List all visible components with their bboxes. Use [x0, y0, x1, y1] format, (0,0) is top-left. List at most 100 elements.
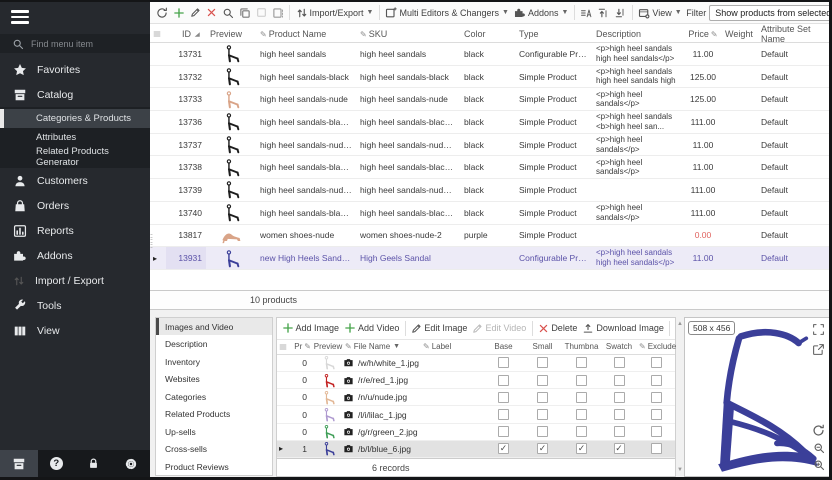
- search-products-button[interactable]: [219, 5, 236, 21]
- table-row[interactable]: 13737 high heel sandals-nude-36high heel…: [150, 134, 829, 157]
- table-row[interactable]: 13740 high heel sandals-black-38high hee…: [150, 202, 829, 225]
- column-header-attribute-set[interactable]: Attribute Set Name: [757, 24, 829, 44]
- checkbox-blank-button[interactable]: [253, 5, 269, 20]
- table-row[interactable]: 13738 high heel sandals-black-37high hee…: [150, 156, 829, 179]
- text-size-button[interactable]: [578, 5, 595, 21]
- column-header-label[interactable]: ✎Label: [421, 342, 484, 351]
- base-checkbox[interactable]: [498, 375, 509, 386]
- thumbnail-checkbox[interactable]: [576, 375, 587, 386]
- image-row[interactable]: ▸1 /b/l/blue_6.jpg✓✓✓✓: [277, 441, 675, 458]
- move-bottom-button[interactable]: [612, 5, 629, 21]
- column-header-file-name[interactable]: ✎File Name▼: [343, 342, 421, 351]
- column-chooser[interactable]: [150, 30, 166, 38]
- swatch-checkbox[interactable]: [614, 409, 625, 420]
- sidebar-item-orders[interactable]: Orders: [0, 193, 150, 218]
- paste-button[interactable]: [269, 5, 286, 21]
- tab-images-and-video[interactable]: Images and Video: [156, 318, 272, 336]
- scrollbar[interactable]: ▲▼: [676, 317, 684, 477]
- column-header-preview[interactable]: Preview: [206, 29, 256, 39]
- image-row[interactable]: 0 /w/h/white_1.jpg: [277, 355, 675, 372]
- move-top-button[interactable]: [595, 5, 612, 21]
- sidebar-item-import-export[interactable]: Import / Export: [0, 268, 150, 293]
- column-header-sku[interactable]: ✎SKU: [356, 29, 460, 39]
- tab-product-reviews[interactable]: Product Reviews: [156, 458, 272, 476]
- thumbnail-checkbox[interactable]: [576, 409, 587, 420]
- delete-image-button[interactable]: Delete: [536, 321, 580, 336]
- sidebar-help-button[interactable]: ?: [38, 450, 76, 477]
- image-row[interactable]: 0 /g/r/green_2.jpg: [277, 424, 675, 441]
- sidebar-item-customers[interactable]: Customers: [0, 168, 150, 193]
- sidebar-item-favorites[interactable]: Favorites: [0, 57, 150, 82]
- sidebar-item-reports[interactable]: Reports: [0, 218, 150, 243]
- column-chooser[interactable]: [277, 343, 287, 351]
- column-header-swatch[interactable]: Swatch: [601, 342, 637, 351]
- copy-button[interactable]: [236, 5, 253, 21]
- column-header-thumbnail[interactable]: Thumbna: [562, 342, 601, 351]
- maximize-icon[interactable]: [812, 323, 825, 336]
- column-header-description[interactable]: Description: [592, 29, 685, 39]
- rotate-icon[interactable]: [812, 424, 825, 437]
- menu-toggle-button[interactable]: [0, 2, 150, 32]
- base-checkbox[interactable]: ✓: [498, 443, 509, 454]
- tab-inventory[interactable]: Inventory: [156, 353, 272, 371]
- thumbnail-checkbox[interactable]: [576, 426, 587, 437]
- table-row[interactable]: 13731 high heel sandalshigh heel sandals…: [150, 43, 829, 66]
- download-image-button[interactable]: Download Image: [580, 320, 667, 336]
- column-header-product-name[interactable]: ✎Product Name: [256, 29, 356, 39]
- column-header-price[interactable]: Price✎: [685, 29, 721, 39]
- thumbnail-checkbox[interactable]: [576, 392, 587, 403]
- edit-image-button[interactable]: Edit Image: [409, 321, 470, 336]
- sidebar-item-catalog[interactable]: Catalog: [0, 82, 150, 107]
- column-header-type[interactable]: Type: [515, 29, 592, 39]
- thumbnail-checkbox[interactable]: [576, 357, 587, 368]
- column-header-base[interactable]: Base: [484, 342, 523, 351]
- exclude-checkbox[interactable]: [651, 443, 662, 454]
- column-header-pr[interactable]: Pr✎: [287, 342, 313, 351]
- edit-video-button[interactable]: Edit Video: [470, 321, 529, 336]
- refresh-button[interactable]: [153, 5, 170, 21]
- image-row[interactable]: 0 /r/e/red_1.jpg: [277, 372, 675, 389]
- table-row[interactable]: 13736 high heel sandals-black-36high hee…: [150, 111, 829, 134]
- column-header-color[interactable]: Color: [460, 29, 515, 39]
- small-checkbox[interactable]: [537, 392, 548, 403]
- sidebar-item-tools[interactable]: Tools: [0, 293, 150, 318]
- filter-select[interactable]: Show products from selected categories▼: [709, 5, 832, 21]
- base-checkbox[interactable]: [498, 409, 509, 420]
- exclude-checkbox[interactable]: [651, 357, 662, 368]
- tab-description[interactable]: Description: [156, 335, 272, 353]
- multi-editors-menu[interactable]: Multi Editors & Changers▼: [383, 5, 511, 21]
- tab-up-sells[interactable]: Up-sells: [156, 423, 272, 441]
- column-header-id[interactable]: ID: [166, 29, 206, 39]
- tab-categories[interactable]: Categories: [156, 388, 272, 406]
- table-row[interactable]: 13733 high heel sandals-nudehigh heel sa…: [150, 88, 829, 111]
- base-checkbox[interactable]: [498, 392, 509, 403]
- thumbnail-checkbox[interactable]: ✓: [576, 443, 587, 454]
- table-row[interactable]: 13732 high heel sandals-blackhigh heel s…: [150, 66, 829, 89]
- sidebar-item-view[interactable]: View: [0, 318, 150, 343]
- sidebar-settings-button[interactable]: [113, 450, 151, 477]
- small-checkbox[interactable]: ✓: [537, 443, 548, 454]
- swatch-checkbox[interactable]: [614, 392, 625, 403]
- sidebar-lock-button[interactable]: [75, 450, 113, 477]
- add-video-button[interactable]: Add Video: [342, 320, 402, 336]
- open-external-icon[interactable]: [812, 343, 825, 356]
- pane-splitter-handle[interactable]: ::::::: [150, 234, 156, 249]
- add-image-button[interactable]: Add Image: [279, 320, 342, 336]
- swatch-checkbox[interactable]: [614, 357, 625, 368]
- exclude-checkbox[interactable]: [651, 392, 662, 403]
- zoom-in-icon[interactable]: [812, 459, 825, 471]
- sidebar-subitem-categories-products[interactable]: Categories & Products: [0, 109, 150, 128]
- sidebar-bottom-catalog-button[interactable]: [0, 450, 38, 477]
- import-export-menu[interactable]: Import/Export▼: [293, 5, 376, 21]
- swatch-checkbox[interactable]: [614, 426, 625, 437]
- addons-menu[interactable]: Addons▼: [511, 5, 570, 21]
- tab-cross-sells[interactable]: Cross-sells: [156, 440, 272, 458]
- base-checkbox[interactable]: [498, 357, 509, 368]
- swatch-checkbox[interactable]: ✓: [614, 443, 625, 454]
- table-row[interactable]: ▸13931 new High Heels SandalsHigh Geels …: [150, 247, 829, 270]
- small-checkbox[interactable]: [537, 409, 548, 420]
- table-row[interactable]: 13739 high heel sandals-nude-37high heel…: [150, 179, 829, 202]
- zoom-out-icon[interactable]: [812, 442, 825, 454]
- delete-product-button[interactable]: [203, 5, 219, 20]
- table-row[interactable]: 13817women shoes-nudewomen shoes-nude-2p…: [150, 225, 829, 248]
